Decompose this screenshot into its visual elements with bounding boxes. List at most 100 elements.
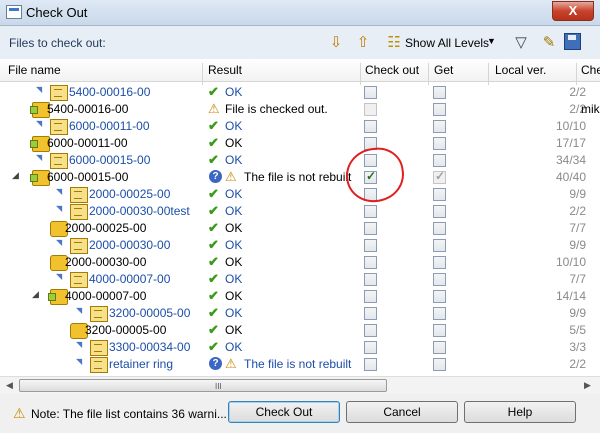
cancel-button[interactable]: Cancel <box>346 401 458 423</box>
check-out-checkbox[interactable] <box>364 120 377 133</box>
local-version: 2/2 <box>569 204 586 218</box>
get-checkbox[interactable] <box>433 256 446 269</box>
close-button[interactable]: X <box>552 1 594 21</box>
help-button[interactable]: Help <box>464 401 576 423</box>
local-version: 9/9 <box>569 306 586 320</box>
get-checkbox[interactable] <box>433 205 446 218</box>
get-checkbox[interactable] <box>433 273 446 286</box>
app-window-icon <box>6 5 22 19</box>
table-row[interactable]: 2000-00030-00 ✔ OK 10/10 <box>0 254 600 271</box>
result-text: OK <box>225 136 243 150</box>
table-row[interactable]: ◥ 5400-00016-00 ✔ OK 2/2 <box>0 84 600 101</box>
show-levels-icon[interactable]: ☷ <box>384 33 404 53</box>
tree-reference-arrow-icon: ◥ <box>76 306 83 315</box>
table-row[interactable]: 5400-00016-00 ⚠ File is checked out. 2/2 mik… <box>0 101 600 118</box>
get-checkbox[interactable] <box>433 358 446 371</box>
select-references-up-icon[interactable]: ⇧ <box>353 33 373 53</box>
scroll-left-icon[interactable]: ◀ <box>6 380 13 391</box>
tree-expand-icon[interactable]: ◢ <box>32 289 39 300</box>
scrollbar-thumb[interactable]: III <box>19 379 387 392</box>
table-row[interactable]: ◥ 2000-00025-00 ✔ OK 9/9 <box>0 186 600 203</box>
local-version: 2/2 <box>569 85 586 99</box>
tree-reference-arrow-icon: ◥ <box>36 119 43 128</box>
check-out-checkbox[interactable] <box>364 273 377 286</box>
file-name: 5400-00016-00 <box>69 85 151 99</box>
column-header-get[interactable]: Get <box>434 63 453 77</box>
checkmark-ok-icon: ✔ <box>208 84 219 99</box>
result-text: OK <box>225 153 243 167</box>
local-version: 10/10 <box>555 119 586 133</box>
local-version: 9/9 <box>569 187 586 201</box>
result-text: OK <box>225 323 243 337</box>
column-header-local-version[interactable]: Local ver. <box>495 63 546 77</box>
table-row[interactable]: ◥ 4000-00007-00 ✔ OK 7/7 <box>0 271 600 288</box>
check-out-checkbox[interactable] <box>364 222 377 235</box>
check-out-checkbox[interactable] <box>364 256 377 269</box>
column-header-check-out[interactable]: Check out <box>365 63 419 77</box>
scroll-right-icon[interactable]: ▶ <box>584 380 591 391</box>
get-checkbox[interactable] <box>433 341 446 354</box>
get-checkbox[interactable] <box>433 222 446 235</box>
table-row[interactable]: ◥ 3300-00034-00 ✔ OK 3/3 <box>0 339 600 356</box>
filter-icon[interactable]: ▽ <box>511 33 531 53</box>
check-out-checkbox[interactable] <box>364 290 377 303</box>
local-version: 2/2 <box>569 102 586 116</box>
check-out-checkbox[interactable] <box>364 103 377 116</box>
get-checkbox[interactable] <box>433 137 446 150</box>
check-out-checkbox[interactable] <box>364 324 377 337</box>
table-row[interactable]: ◥ 6000-00015-00 ✔ OK 34/34 <box>0 152 600 169</box>
title-bar: Check Out X <box>0 0 600 26</box>
local-version: 7/7 <box>569 272 586 286</box>
check-out-checkbox[interactable] <box>364 341 377 354</box>
table-row[interactable]: 6000-00011-00 ✔ OK 17/17 <box>0 135 600 152</box>
tree-reference-arrow-icon: ◥ <box>56 272 63 281</box>
check-out-checkbox[interactable] <box>364 239 377 252</box>
tree-reference-arrow-icon: ◥ <box>76 340 83 349</box>
table-row[interactable]: 2000-00025-00 ✔ OK 7/7 <box>0 220 600 237</box>
get-checkbox[interactable] <box>433 239 446 252</box>
checkmark-ok-icon: ✔ <box>208 254 219 269</box>
warning-note: Note: The file list contains 36 warni... <box>31 407 227 421</box>
check-out-checkbox[interactable] <box>364 205 377 218</box>
select-references-down-icon[interactable]: ⇩ <box>326 33 346 53</box>
toolbar: Files to check out: ⇩ ⇧ ☷ Show All Level… <box>0 26 600 60</box>
get-checkbox[interactable] <box>433 103 446 116</box>
check-out-checkbox[interactable] <box>364 358 377 371</box>
get-checkbox[interactable] <box>433 86 446 99</box>
column-header-checked-out-by[interactable]: Chec <box>581 63 600 77</box>
get-checkbox[interactable] <box>433 169 446 184</box>
result-text: OK <box>225 119 243 133</box>
check-out-button[interactable]: Check Out <box>228 401 340 423</box>
tree-expand-icon[interactable]: ◢ <box>12 170 19 181</box>
table-row[interactable]: ◥ 2000-00030-00test ✔ OK 2/2 <box>0 203 600 220</box>
local-version: 10/10 <box>555 255 586 269</box>
file-name: 6000-00015-00 <box>69 153 151 167</box>
column-header-file-name[interactable]: File name <box>8 63 61 77</box>
table-row[interactable]: ◢ 6000-00015-00?⚠ The file is not rebuilt 4… <box>0 169 600 186</box>
column-header-result[interactable]: Result <box>208 63 242 77</box>
table-row[interactable]: ◢ 4000-00007-00 ✔ OK 14/14 <box>0 288 600 305</box>
get-checkbox[interactable] <box>433 120 446 133</box>
file-name: 4000-00007-00 <box>65 289 147 303</box>
table-row[interactable]: ◥ 3200-00005-00 ✔ OK 9/9 <box>0 305 600 322</box>
get-checkbox[interactable] <box>433 154 446 167</box>
file-name: 2000-00030-00 <box>65 255 147 269</box>
horizontal-scrollbar[interactable]: ◀ III ▶ <box>0 376 600 394</box>
table-row[interactable]: ◥ 2000-00030-00 ✔ OK 9/9 <box>0 237 600 254</box>
chevron-down-icon[interactable]: ▼ <box>487 36 496 46</box>
get-checkbox[interactable] <box>433 188 446 201</box>
table-row[interactable]: 3200-00005-00 ✔ OK 5/5 <box>0 322 600 339</box>
edit-pencil-icon[interactable]: ✎ <box>539 33 559 53</box>
table-row[interactable]: ◥ retainer ring? ⚠ The file is not rebuilt 2… <box>0 356 600 373</box>
save-icon[interactable] <box>564 33 581 50</box>
check-out-checkbox[interactable] <box>364 86 377 99</box>
checkmark-ok-icon: ✔ <box>208 220 219 235</box>
get-checkbox[interactable] <box>433 324 446 337</box>
check-out-checkbox[interactable] <box>364 307 377 320</box>
file-name: 5400-00016-00 <box>47 102 129 116</box>
show-all-levels-dropdown[interactable]: Show All Levels <box>405 36 489 50</box>
get-checkbox[interactable] <box>433 290 446 303</box>
column-header-row: File name Result Check out Get Local ver… <box>0 59 600 85</box>
get-checkbox[interactable] <box>433 307 446 320</box>
table-row[interactable]: ◥ 6000-00011-00 ✔ OK 10/10 <box>0 118 600 135</box>
